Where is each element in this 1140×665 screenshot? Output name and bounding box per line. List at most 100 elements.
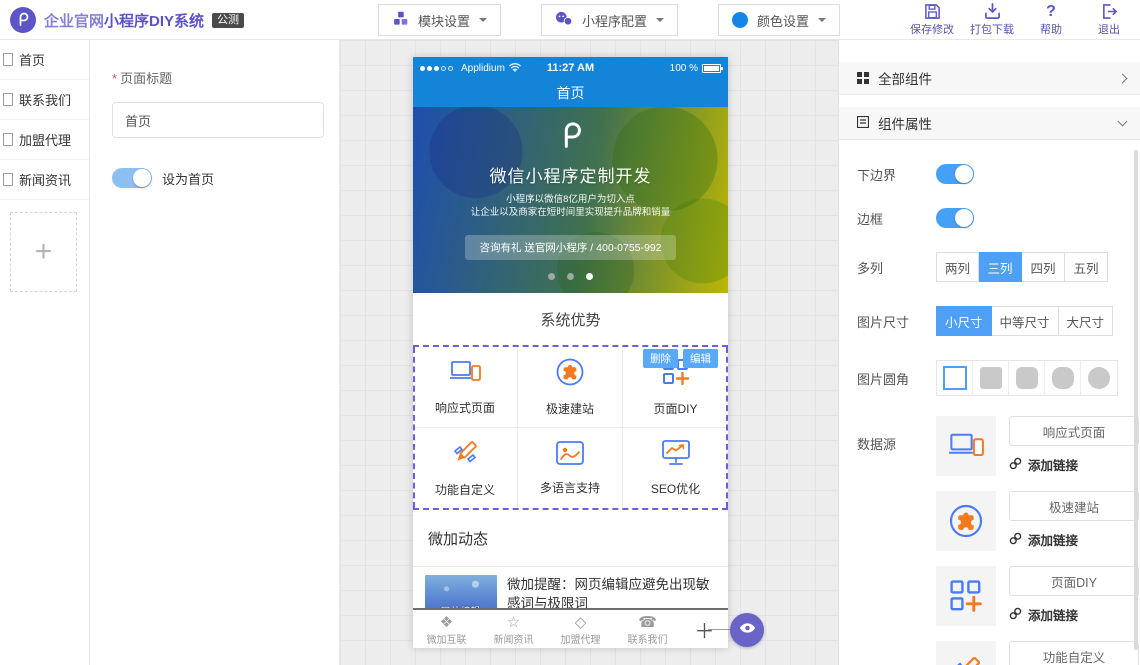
add-link-button[interactable]: 添加链接 <box>1009 455 1139 474</box>
document-icon <box>3 133 13 146</box>
phone-nav-title: 首页 <box>557 83 585 103</box>
prop-image-radius: 图片圆角 <box>857 360 1140 396</box>
data-source-title-input[interactable] <box>1009 566 1139 596</box>
banner-slide[interactable]: 微信小程序定制开发 小程序以微信8亿用户为切入点 让企业以及商家在短时间里实现提… <box>413 107 728 293</box>
required-mark: * <box>112 71 117 86</box>
puzzle-icon <box>936 491 996 551</box>
radius-option-0[interactable] <box>937 361 973 395</box>
top-header: 企业官网小程序DIY系统 公测 模块设置 小程序配置 颜色设置 <box>0 0 1140 40</box>
add-page-button[interactable]: + <box>10 212 77 292</box>
exit-button[interactable]: 退出 <box>1088 3 1130 37</box>
diy-icon <box>936 566 996 626</box>
homepage-toggle-row: 设为首页 <box>112 168 319 188</box>
chevron-down-icon <box>818 18 826 26</box>
news-section-title: 微加动态 <box>413 510 728 567</box>
brand: 企业官网小程序DIY系统 公测 <box>10 7 244 33</box>
set-homepage-toggle[interactable] <box>112 168 152 188</box>
component-props-header[interactable]: 组件属性 <box>839 107 1140 140</box>
link-icon <box>1009 457 1022 473</box>
columns-option-4[interactable]: 四列 <box>1022 252 1065 282</box>
data-source-title-input[interactable] <box>1009 416 1139 446</box>
download-button[interactable]: 打包下载 <box>970 3 1014 37</box>
banner-cta[interactable]: 咨询有礼 送官网小程序 / 400-0755-992 <box>465 235 675 260</box>
delete-button[interactable]: 删除 <box>643 349 678 368</box>
edit-button[interactable]: 编辑 <box>683 349 718 368</box>
help-button[interactable]: ? 帮助 <box>1030 3 1072 37</box>
feature-item-custom-functions[interactable]: 功能自定义 <box>413 428 518 509</box>
image-size-button-group: 小尺寸 中等尺寸 大尺寸 <box>936 306 1113 336</box>
wechat-icon <box>555 11 573 30</box>
prop-border: 边框 <box>857 208 1140 228</box>
status-left: Applidium <box>420 62 538 75</box>
prop-columns: 多列 两列 三列 四列 五列 <box>857 252 1140 282</box>
all-components-header[interactable]: 全部组件 <box>839 62 1140 95</box>
list-icon <box>857 116 869 131</box>
laptop-phone-icon <box>936 416 996 476</box>
tab-weijia[interactable]: ❖ 微加互联 <box>413 613 480 646</box>
save-icon <box>924 3 941 20</box>
clock-label: 11:27 AM <box>538 62 603 74</box>
star-icon: ☆ <box>507 615 520 631</box>
tab-news[interactable]: ☆ 新闻资讯 <box>480 613 547 646</box>
document-icon <box>3 93 13 106</box>
prop-image-size: 图片尺寸 小尺寸 中等尺寸 大尺寸 <box>857 306 1140 336</box>
size-option-small[interactable]: 小尺寸 <box>936 306 992 336</box>
page-settings-panel: *页面标题 设为首页 <box>90 40 340 665</box>
radius-swatch <box>943 366 967 390</box>
chevron-down-icon <box>1118 117 1128 127</box>
tab-contact[interactable]: ☎ 联系我们 <box>614 613 681 646</box>
sidebar-item-contact[interactable]: 联系我们 <box>0 80 89 120</box>
save-button[interactable]: 保存修改 <box>910 3 954 37</box>
data-source-item-fast-build: 添加链接 <box>936 491 1139 551</box>
diamonds-icon: ❖ <box>440 615 453 631</box>
add-link-button[interactable]: 添加链接 <box>1009 605 1139 624</box>
columns-option-2[interactable]: 两列 <box>936 252 979 282</box>
laptop-phone-icon <box>449 358 481 391</box>
preview-button[interactable] <box>730 613 764 647</box>
monitor-chart-icon <box>660 439 692 472</box>
radius-swatch <box>1088 367 1110 389</box>
sidebar-item-news[interactable]: 新闻资讯 <box>0 160 89 200</box>
size-option-large[interactable]: 大尺寸 <box>1059 306 1114 336</box>
bottom-border-toggle[interactable] <box>936 164 974 184</box>
feature-item-fast-build[interactable]: 极速建站 <box>518 347 623 428</box>
carrier-label: Applidium <box>461 63 505 74</box>
feature-item-seo[interactable]: SEO优化 <box>623 428 728 509</box>
phone-nav-bar: 首页 <box>413 79 728 107</box>
sidebar-item-home[interactable]: 首页 <box>0 40 89 80</box>
module-settings-button[interactable]: 模块设置 <box>378 4 501 36</box>
add-link-button[interactable]: 添加链接 <box>1009 530 1139 549</box>
tags-icon: ◇ <box>575 615 587 631</box>
page-title-label: *页面标题 <box>112 68 319 87</box>
chevron-down-icon <box>656 18 664 26</box>
phone-icon: ☎ <box>638 615 657 631</box>
toggle-knob <box>955 209 973 227</box>
feature-item-multilang[interactable]: 多语言支持 <box>518 428 623 509</box>
size-option-medium[interactable]: 中等尺寸 <box>992 306 1059 336</box>
feature-grid-selected[interactable]: 删除 编辑 响应式页面 极速建站 <box>413 345 728 510</box>
inspector-panel: 全部组件 组件属性 下边界 边框 多列 两列 三列 <box>838 40 1140 665</box>
image-radius-group <box>936 360 1118 396</box>
inspector-scrollbar[interactable] <box>1134 150 1138 650</box>
radius-option-2[interactable] <box>1009 361 1045 395</box>
data-source-title-input[interactable] <box>1009 491 1139 521</box>
data-source-title-input[interactable] <box>1009 641 1139 665</box>
pencil-icon <box>936 641 996 665</box>
color-settings-button[interactable]: 颜色设置 <box>718 4 840 36</box>
picture-icon <box>554 440 586 471</box>
preview-connector-line <box>708 629 730 630</box>
feature-item-responsive[interactable]: 响应式页面 <box>413 347 518 428</box>
radius-option-1[interactable] <box>973 361 1009 395</box>
radius-option-4[interactable] <box>1081 361 1117 395</box>
battery-icon <box>702 64 721 73</box>
columns-option-3[interactable]: 三列 <box>979 252 1022 282</box>
cubes-icon <box>392 11 409 30</box>
miniprogram-config-button[interactable]: 小程序配置 <box>541 4 678 36</box>
columns-option-5[interactable]: 五列 <box>1065 252 1108 282</box>
sidebar-item-agency[interactable]: 加盟代理 <box>0 120 89 160</box>
link-icon <box>1009 532 1022 548</box>
border-toggle[interactable] <box>936 208 974 228</box>
radius-option-3[interactable] <box>1045 361 1081 395</box>
page-title-input[interactable] <box>112 102 324 138</box>
tab-agency[interactable]: ◇ 加盟代理 <box>547 613 614 646</box>
